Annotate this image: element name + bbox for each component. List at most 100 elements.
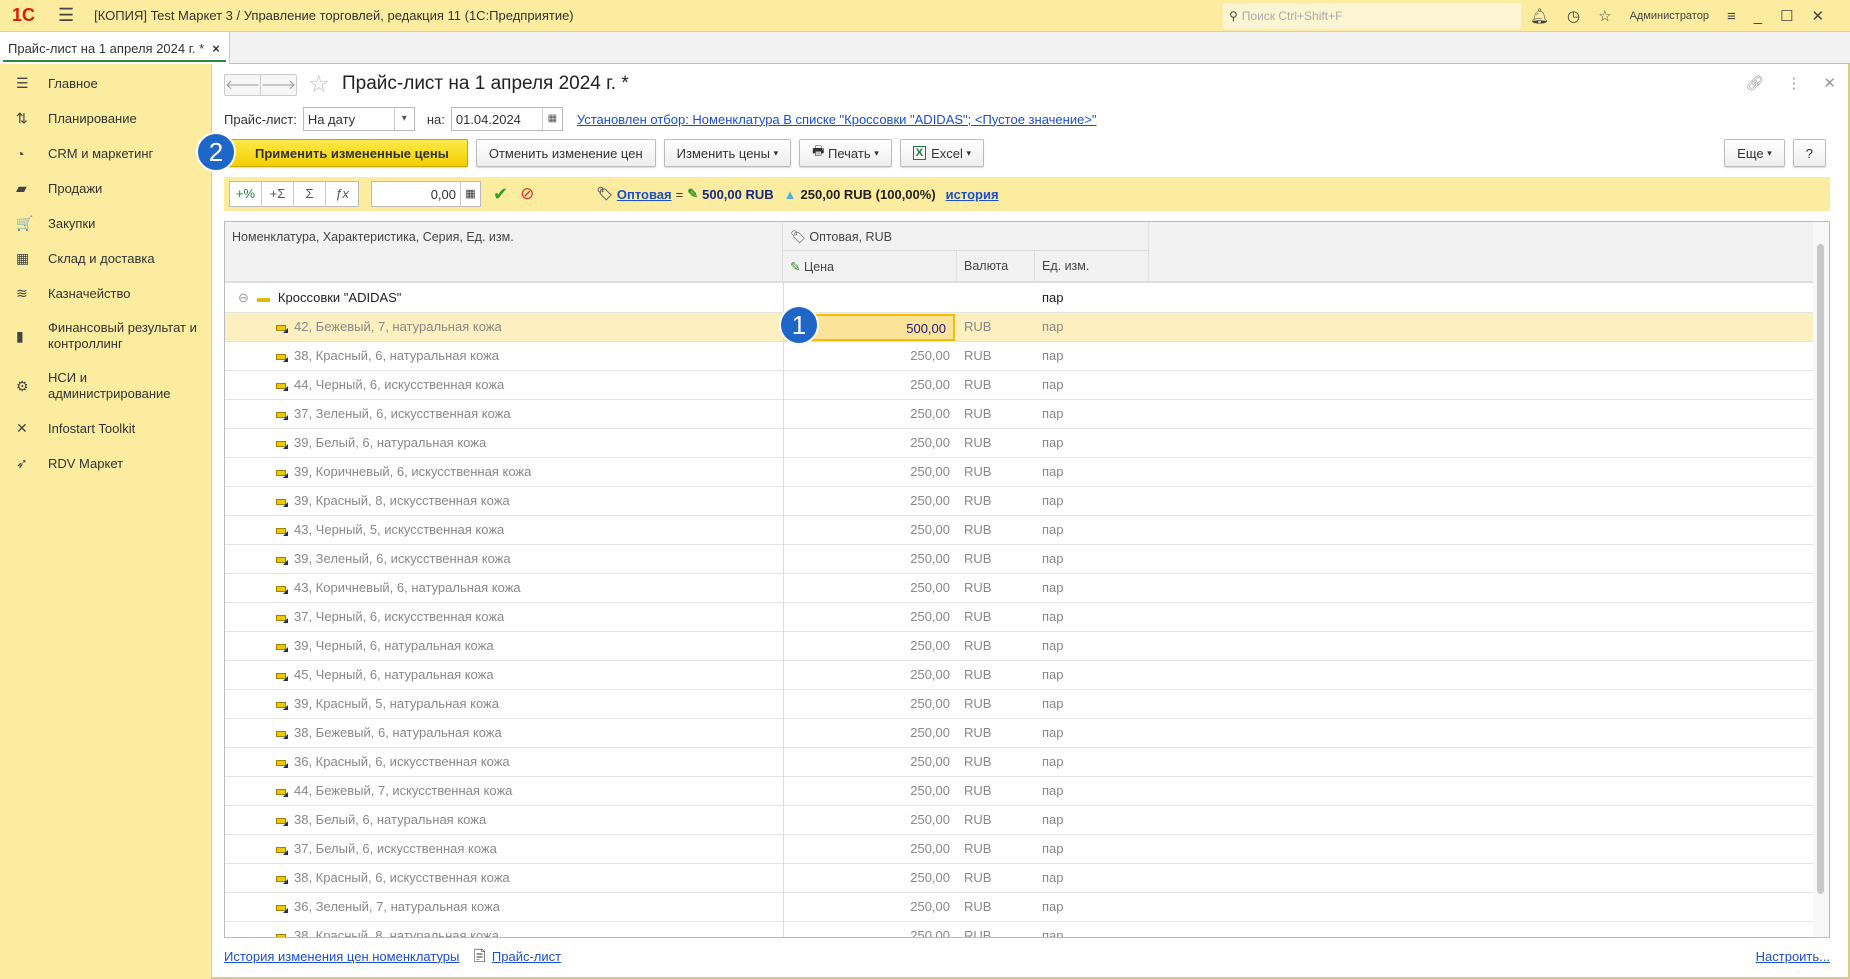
cancel-price-changes-button[interactable]: Отменить изменение цен (475, 139, 656, 167)
table-row[interactable]: 43, Коричневый, 6, натуральная кожа 250,0… (225, 574, 1813, 603)
table-row[interactable]: 36, Зеленый, 7, натуральная кожа 250,00 RU… (225, 893, 1813, 922)
sidebar-item-2[interactable]: ◔ CRM и маркетинг (0, 136, 211, 171)
confirm-check-icon[interactable]: ✔ (493, 184, 508, 205)
sidebar-item-9[interactable]: ✕ Infostart Toolkit (0, 411, 211, 446)
sidebar-item-7[interactable]: ▮ Финансовый результат и контроллинг (0, 311, 211, 361)
search-input[interactable]: ⚲ Поиск Ctrl+Shift+F (1223, 3, 1521, 29)
close-window-icon[interactable]: ✕ (1812, 7, 1825, 25)
change-prices-button[interactable]: Изменить цены ▾ (663, 139, 792, 167)
forward-button[interactable]: 🡒 (261, 75, 296, 95)
excel-button[interactable]: X Excel ▾ (899, 139, 985, 167)
price-cell[interactable]: 250,00 (783, 864, 957, 893)
column-header-unit[interactable]: Ед. изм. (1035, 251, 1149, 282)
minimize-icon[interactable]: _ (1754, 8, 1762, 25)
column-header-name[interactable]: Номенклатура, Характеристика, Серия, Ед.… (225, 222, 783, 283)
settings-menu-icon[interactable]: ≡ (1727, 8, 1736, 25)
table-row[interactable]: 39, Красный, 8, искусственная кожа 250,00… (225, 487, 1813, 516)
sidebar-item-8[interactable]: ⚙ НСИ и администрирование (0, 361, 211, 411)
price-cell[interactable]: 250,00 (783, 574, 957, 603)
cancel-forbid-icon[interactable]: ⊘ (520, 184, 534, 204)
vertical-scrollbar[interactable] (1813, 222, 1829, 937)
table-row[interactable]: 39, Белый, 6, натуральная кожа 250,00 RUB п… (225, 429, 1813, 458)
table-row[interactable]: 43, Черный, 5, искусственная кожа 250,00 R… (225, 516, 1813, 545)
price-cell[interactable]: 250,00 (783, 371, 957, 400)
sum-button[interactable]: Σ (294, 182, 326, 206)
sidebar-item-5[interactable]: ▦ Склад и доставка (0, 241, 211, 276)
table-row[interactable]: 37, Зеленый, 6, искусственная кожа 250,00… (225, 400, 1813, 429)
price-cell[interactable]: 250,00 (783, 429, 957, 458)
price-type-link[interactable]: Оптовая (617, 187, 672, 202)
tab-pricelist[interactable]: Прайс-лист на 1 апреля 2024 г. * × (0, 32, 230, 64)
scrollbar-thumb[interactable] (1817, 244, 1824, 894)
price-cell[interactable]: 250,00 (783, 748, 957, 777)
table-row[interactable]: 42, Бежевый, 7, натуральная кожа 500,00 RU… (225, 313, 1813, 342)
calculator-icon[interactable]: ▦ (460, 182, 480, 206)
sidebar-item-4[interactable]: 🛒 Закупки (0, 206, 211, 241)
print-button[interactable]: 🖶 Печать ▾ (799, 139, 892, 167)
back-button[interactable]: 🡐 (225, 75, 261, 95)
favorites-star-icon[interactable]: ☆ (1598, 7, 1611, 25)
date-field[interactable]: 01.04.2024 ▦ (450, 107, 563, 131)
price-cell[interactable]: 250,00 (783, 545, 957, 574)
table-row[interactable]: 38, Белый, 6, натуральная кожа 250,00 RUB п… (225, 806, 1813, 835)
price-cell[interactable]: 250,00 (783, 893, 957, 922)
table-row[interactable]: 44, Черный, 6, искусственная кожа 250,00 R… (225, 371, 1813, 400)
table-row[interactable]: 39, Зеленый, 6, искусственная кожа 250,00… (225, 545, 1813, 574)
maximize-icon[interactable]: ☐ (1780, 7, 1793, 25)
favorite-star-icon[interactable]: ☆ (308, 70, 330, 99)
column-header-price-type[interactable]: 🏷︎ Оптовая, RUB (783, 222, 1149, 251)
sidebar-item-0[interactable]: ☰ Главное (0, 66, 211, 101)
table-row[interactable]: 39, Черный, 6, натуральная кожа 250,00 RUB… (225, 632, 1813, 661)
table-row[interactable]: 39, Красный, 5, натуральная кожа 250,00 RU… (225, 690, 1813, 719)
price-cell[interactable]: 250,00 (783, 516, 957, 545)
table-row[interactable]: 37, Черный, 6, искусственная кожа 250,00 R… (225, 603, 1813, 632)
add-sum-button[interactable]: +Σ (262, 182, 294, 206)
price-cell[interactable]: 250,00 (783, 719, 957, 748)
price-cell[interactable]: 250,00 (783, 458, 957, 487)
price-cell[interactable]: 250,00 (783, 806, 957, 835)
close-form-icon[interactable]: ✕ (1823, 74, 1836, 92)
customize-link[interactable]: Настроить... (1756, 949, 1830, 964)
sidebar-item-6[interactable]: ≋ Казначейство (0, 276, 211, 311)
table-row[interactable]: 37, Белый, 6, искусственная кожа 250,00 RU… (225, 835, 1813, 864)
sidebar-item-10[interactable]: ➶ RDV Маркет (0, 446, 211, 481)
add-percent-button[interactable]: +% (230, 182, 262, 206)
value-input[interactable]: 0,00 ▦ (371, 181, 481, 207)
link-icon[interactable]: 🔗︎ (1745, 74, 1764, 92)
sidebar-item-3[interactable]: ▰ Продажи (0, 171, 211, 206)
history-link[interactable]: история (946, 187, 999, 202)
user-name[interactable]: Администратор (1630, 10, 1709, 22)
column-header-currency[interactable]: Валюта (957, 251, 1035, 282)
price-cell[interactable]: 250,00 (783, 400, 957, 429)
bell-icon[interactable]: 🔔︎ (1530, 7, 1549, 25)
price-history-link[interactable]: История изменения цен номенклатуры (224, 949, 459, 964)
price-cell[interactable]: 250,00 (783, 922, 957, 937)
table-row[interactable]: 44, Бежевый, 7, искусственная кожа 250,00… (225, 777, 1813, 806)
close-tab-icon[interactable]: × (212, 41, 220, 56)
price-cell[interactable]: 250,00 (783, 777, 957, 806)
price-cell[interactable]: 250,00 (783, 632, 957, 661)
table-row[interactable]: 38, Бежевый, 6, натуральная кожа 250,00 RU… (225, 719, 1813, 748)
calendar-icon[interactable]: ▦ (541, 108, 562, 130)
table-row[interactable]: 38, Красный, 8, натуральная кожа 250,00 RU… (225, 922, 1813, 937)
price-cell[interactable]: 250,00 (783, 487, 957, 516)
help-button[interactable]: ? (1792, 139, 1826, 167)
sidebar-item-1[interactable]: ⇅ Планирование (0, 101, 211, 136)
history-icon[interactable]: ◷ (1567, 7, 1580, 25)
pricelist-select[interactable]: На дату ▾ (302, 107, 415, 131)
more-actions-icon[interactable]: ⋮ (1786, 74, 1801, 92)
table-row[interactable]: 38, Красный, 6, натуральная кожа 250,00 RU… (225, 342, 1813, 371)
formula-button[interactable]: ƒx (326, 182, 358, 206)
apply-changed-prices-button[interactable]: Применить измененные цены (224, 139, 468, 167)
table-row[interactable]: 45, Черный, 6, натуральная кожа 250,00 RUB… (225, 661, 1813, 690)
pricelist-report-link[interactable]: Прайс-лист (492, 949, 561, 964)
price-cell[interactable]: 250,00 (783, 603, 957, 632)
table-group-row[interactable]: ⊖ ▬ Кроссовки "ADIDAS" пар (225, 284, 1813, 313)
price-cell[interactable]: 250,00 (783, 661, 957, 690)
price-cell[interactable]: 250,00 (783, 342, 957, 371)
price-cell[interactable]: 250,00 (783, 835, 957, 864)
table-row[interactable]: 39, Коричневый, 6, искусственная кожа 250… (225, 458, 1813, 487)
more-button[interactable]: Еще ▾ (1724, 139, 1785, 167)
collapse-icon[interactable]: ⊖ (238, 290, 249, 305)
menu-icon[interactable]: ☰ (58, 5, 74, 26)
